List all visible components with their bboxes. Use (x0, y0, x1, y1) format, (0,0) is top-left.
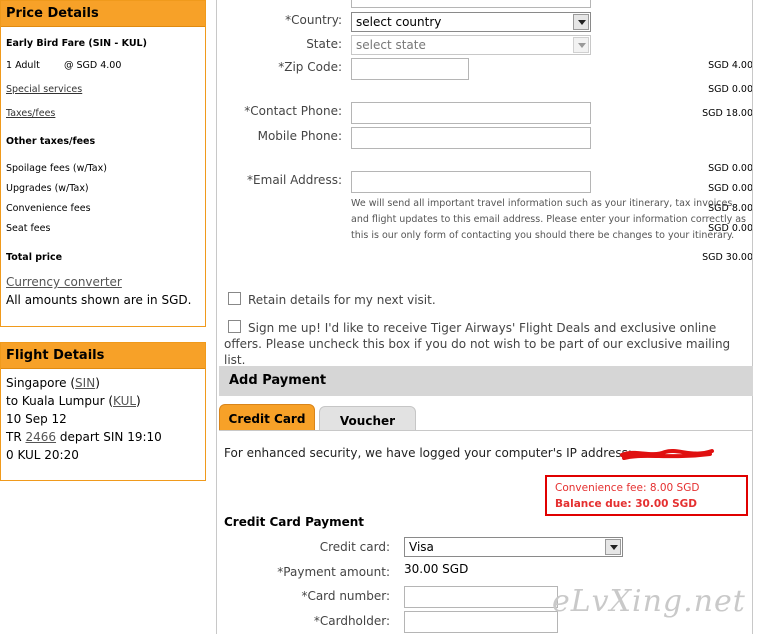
card-number-label: *Card number: (301, 589, 390, 603)
watermark-text: eLvXing.net (552, 584, 746, 619)
chevron-down-icon[interactable] (573, 37, 589, 53)
retain-details-label: Retain details for my next visit. (248, 293, 436, 307)
chevron-down-icon[interactable] (605, 539, 621, 555)
currency-converter-link[interactable]: Currency converter (6, 275, 122, 289)
security-text: For enhanced security, we have logged yo… (224, 446, 632, 460)
credit-card-select[interactable]: Visa (404, 537, 623, 557)
card-number-input[interactable] (404, 586, 558, 608)
price-details-title: Price Details (1, 1, 205, 27)
retain-details-checkbox[interactable] (228, 292, 241, 305)
payment-amount-label: *Payment amount: (277, 565, 390, 579)
email-label: *Email Address: (247, 173, 342, 187)
credit-card-payment-heading: Credit Card Payment (224, 515, 365, 529)
fee-label: Convenience fees (6, 203, 91, 214)
taxes-link[interactable]: Taxes/fees (6, 108, 55, 119)
convenience-fee-text: Convenience fee: 8.00 SGD (555, 482, 700, 494)
flight-number-line: TR 2466 depart SIN 19:10 (6, 430, 162, 444)
add-payment-header: Add Payment (219, 366, 753, 396)
fee-label: Spoilage fees (w/Tax) (6, 163, 107, 174)
country-label: *Country: (285, 13, 342, 27)
state-label: State: (306, 37, 342, 51)
balance-highlight-box: Convenience fee: 8.00 SGD Balance due: 3… (545, 475, 748, 516)
payment-amount-value: 30.00 SGD (404, 562, 469, 576)
origin-code-link[interactable]: SIN (75, 376, 95, 390)
mobile-phone-label: Mobile Phone: (257, 129, 342, 143)
flight-destination: to Kuala Lumpur (KUL) (6, 394, 141, 408)
address-field-partial[interactable] (351, 0, 591, 8)
flight-details-title: Flight Details (1, 343, 205, 369)
fee-label: Upgrades (w/Tax) (6, 183, 89, 194)
tab-credit-card[interactable]: Credit Card (219, 404, 315, 431)
cardholder-input[interactable] (404, 611, 558, 633)
balance-due-text: Balance due: 30.00 SGD (555, 498, 697, 510)
credit-card-label: Credit card: (319, 540, 390, 554)
mobile-phone-input[interactable] (351, 127, 591, 149)
flight-arrival: 0 KUL 20:20 (6, 448, 79, 462)
signup-label: Sign me up! I'd like to receive Tiger Ai… (224, 321, 731, 367)
cardholder-label: *Cardholder: (313, 614, 390, 628)
country-selected-value: select country (356, 15, 442, 29)
contact-phone-input[interactable] (351, 102, 591, 124)
flight-number-link[interactable]: 2466 (25, 430, 56, 444)
redacted-ip-scribble (620, 449, 714, 460)
state-select[interactable]: select state (351, 35, 591, 55)
adult-rate: @ SGD 4.00 (64, 60, 122, 71)
zip-code-input[interactable] (351, 58, 469, 80)
total-label: Total price (6, 252, 63, 263)
tab-voucher[interactable]: Voucher (319, 406, 416, 431)
flight-date: 10 Sep 12 (6, 412, 67, 426)
credit-card-selected-value: Visa (409, 540, 434, 554)
adult-label: 1 Adult (6, 60, 40, 71)
zip-label: *Zip Code: (278, 60, 342, 74)
country-select[interactable]: select country (351, 12, 591, 32)
email-note: We will send all important travel inform… (351, 198, 747, 241)
special-services-link[interactable]: Special services (6, 84, 82, 95)
email-input[interactable] (351, 171, 591, 193)
tab-divider (219, 430, 753, 431)
fee-label: Seat fees (6, 223, 51, 234)
contact-phone-label: *Contact Phone: (244, 104, 342, 118)
state-selected-value: select state (356, 38, 426, 52)
chevron-down-icon[interactable] (573, 14, 589, 30)
dest-code-link[interactable]: KUL (113, 394, 136, 408)
flight-origin: Singapore (SIN) (6, 376, 100, 390)
amounts-note: All amounts shown are in SGD. (6, 293, 192, 307)
